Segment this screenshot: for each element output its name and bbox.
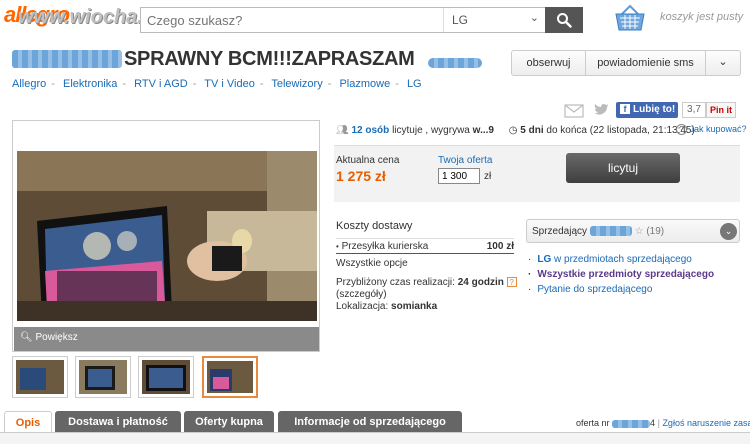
mail-icon[interactable] (564, 104, 584, 118)
info-icon[interactable]: ? (506, 277, 517, 287)
currency-label: zł (484, 171, 492, 182)
star-icon: ☆ (634, 226, 644, 237)
seller-rating: (19) (646, 226, 665, 237)
enlarge-bar[interactable]: 🔍︎ Powiększ (14, 327, 319, 351)
tab-offers[interactable]: Oferty kupna (184, 411, 274, 433)
breadcrumb: Allegro - Elektronika - RTV i AGD - TV i Vi… (12, 78, 422, 90)
location-value: somianka (391, 301, 438, 312)
page-title: SPRAWNY BCM!!!ZAPRASZAM (124, 48, 415, 70)
thumbnail[interactable] (138, 356, 194, 398)
search-input[interactable] (147, 12, 427, 28)
location: Lokalizacja: somianka (336, 301, 437, 312)
shipping-row: • Przesyłka kurierska 100 zł (336, 238, 514, 254)
shipping-method: Przesyłka kurierska (341, 241, 429, 252)
category-select[interactable]: LG ⌄ (443, 8, 545, 32)
bidders-text: licytuje , wygrywa (392, 125, 470, 136)
your-offer-label[interactable]: Twoja oferta (438, 155, 492, 166)
twitter-icon[interactable] (594, 103, 610, 117)
winner: w...9 (472, 125, 494, 136)
brand-label: LG (537, 254, 552, 265)
enlarge-label: Powiększ (35, 332, 78, 343)
current-price: 1 275 zł (336, 168, 386, 184)
location-label: Lokalizacja: (336, 301, 389, 312)
tab-shipping-payment[interactable]: Dostawa i płatność (55, 411, 181, 433)
auction-info: 👥︎ 12 osób licytuje , wygrywa w...9 ◷ 5 … (336, 125, 695, 136)
price-label: Aktualna cena (336, 155, 400, 166)
redacted-seller-tag (428, 58, 482, 68)
shipping-heading: Koszty dostawy (336, 220, 413, 232)
seller-links: LG w przedmiotach sprzedającego Wszystki… (528, 252, 714, 297)
bidders-count[interactable]: 12 osób (351, 125, 389, 136)
breadcrumb-item[interactable]: Elektronika (63, 78, 117, 90)
follow-button[interactable]: obserwuj (511, 50, 586, 76)
end-time: do końca (22 listopada, 21:13:45) (546, 125, 695, 136)
redacted-offer-number (612, 419, 651, 428)
how-to-buy-label: Jak kupować? (689, 124, 747, 134)
delivery-time: Przybliżony czas realizacji: 24 godzin ? (336, 277, 517, 288)
days-left: 5 dni (520, 125, 544, 136)
facebook-icon: f (620, 104, 630, 114)
brand-link-text: w przedmiotach sprzedającego (554, 254, 692, 265)
delivery-time-value: 24 godzin (457, 277, 504, 288)
seller-box[interactable]: Sprzedający ☆ (19) ⌄ (526, 219, 740, 243)
users-icon: 👥︎ (336, 125, 349, 136)
ask-seller-link[interactable]: Pytanie do sprzedającego (528, 282, 714, 297)
content-area-top (0, 433, 750, 444)
thumbnail[interactable] (75, 356, 131, 398)
seller-all-items-link[interactable]: Wszystkie przedmioty sprzedającego (528, 267, 714, 282)
breadcrumb-item[interactable]: RTV i AGD (134, 78, 188, 90)
breadcrumb-item[interactable]: Telewizory (271, 78, 322, 90)
redacted-seller (589, 226, 632, 237)
fb-like-label: Lubię to! (633, 104, 676, 115)
price-box: Aktualna cena 1 275 zł Twoja oferta zł l… (334, 145, 740, 202)
breadcrumb-item[interactable]: TV i Video (204, 78, 255, 90)
shipping-cost: 100 zł (486, 241, 514, 252)
offer-input[interactable] (438, 168, 480, 184)
fb-like-button[interactable]: f Lubię to! (616, 102, 678, 118)
magnifier-icon: 🔍︎ (20, 332, 33, 343)
how-to-buy-link[interactable]: ? Jak kupować? (676, 124, 747, 135)
offer-number-tail: 4 (650, 418, 656, 428)
seller-brand-link[interactable]: LG w przedmiotach sprzedającego (528, 252, 714, 267)
photo-gallery: 🔍︎ Powiększ (12, 120, 320, 352)
search-bar: LG ⌄ (140, 7, 583, 33)
clock-icon: ◷ (508, 125, 518, 136)
cart-status[interactable]: koszyk jest pusty (660, 11, 743, 23)
search-button[interactable] (545, 7, 583, 33)
redacted-name (12, 50, 122, 68)
breadcrumb-item[interactable]: LG (407, 78, 422, 90)
category-value: LG (452, 13, 469, 27)
all-options-link[interactable]: Wszystkie opcje (336, 258, 408, 269)
thumbnail[interactable] (12, 356, 68, 398)
pinterest-button[interactable]: Pin it (706, 102, 736, 118)
chevron-down-icon[interactable]: ⌄ (720, 223, 737, 240)
more-options-button[interactable]: ⌄ (706, 50, 741, 76)
breadcrumb-item[interactable]: Allegro (12, 78, 46, 90)
details-link[interactable]: (szczegóły) (336, 289, 387, 300)
offer-number-label: oferta nr (576, 418, 610, 428)
basket-icon[interactable] (614, 4, 646, 32)
main-photo[interactable] (17, 151, 317, 321)
tab-description[interactable]: Opis (4, 411, 52, 433)
offer-number: oferta nr 4 | Zgłoś naruszenie zasad (576, 418, 750, 428)
thumbnail-selected[interactable] (202, 356, 258, 398)
chevron-down-icon: ⌄ (529, 12, 539, 24)
sms-notify-button[interactable]: powiadomienie sms (586, 50, 706, 76)
chevron-down-icon: ⌄ (718, 56, 728, 68)
report-link[interactable]: Zgłoś naruszenie zasad (662, 418, 750, 428)
delivery-time-label: Przybliżony czas realizacji: (336, 277, 455, 288)
seller-label: Sprzedający (532, 226, 588, 237)
fb-like-count: 3,7 (682, 102, 706, 118)
help-icon: ? (676, 124, 687, 135)
breadcrumb-item[interactable]: Plazmowe (339, 78, 390, 90)
bid-button[interactable]: licytuj (566, 153, 680, 183)
search-icon (557, 13, 572, 28)
tab-seller-info[interactable]: Informacje od sprzedającego (278, 411, 462, 433)
